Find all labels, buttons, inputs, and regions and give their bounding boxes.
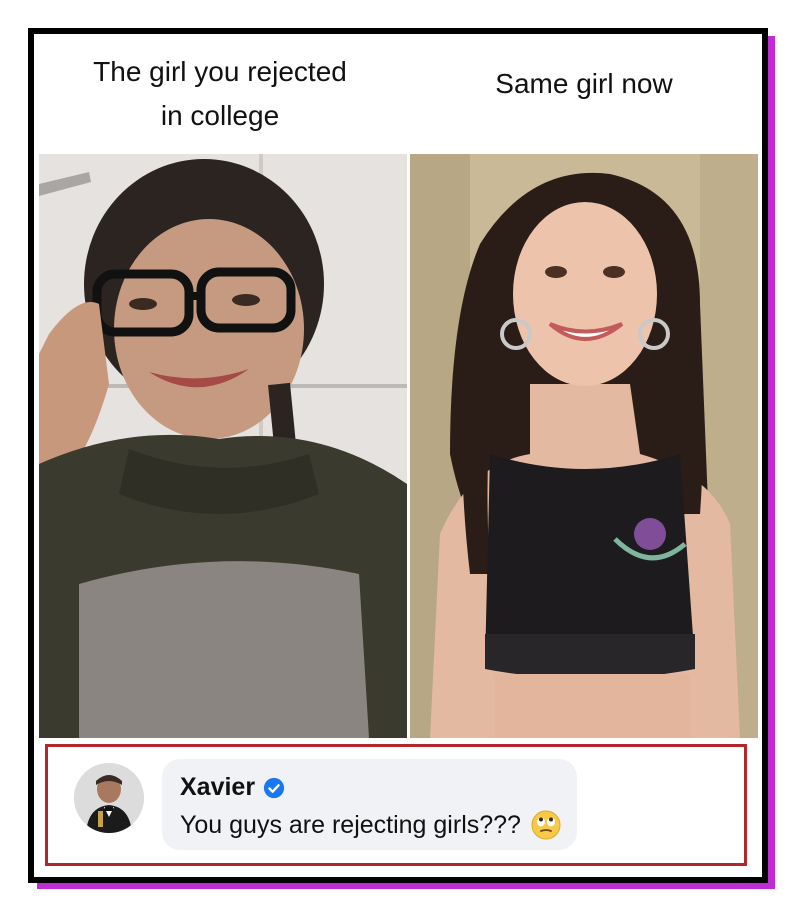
left-caption-line-1: The girl you rejected bbox=[93, 56, 347, 87]
left-caption: The girl you rejected in college bbox=[34, 34, 406, 154]
right-photo bbox=[410, 154, 758, 738]
comment-text-row: You guys are rejecting girls??? bbox=[180, 810, 561, 840]
comment-author-row: Xavier bbox=[180, 773, 561, 802]
meme-content: The girl you rejected in college Same gi… bbox=[34, 34, 762, 877]
verified-badge-icon bbox=[263, 777, 285, 798]
eye-roll-emoji-icon bbox=[531, 810, 561, 840]
meme-frame: The girl you rejected in college Same gi… bbox=[28, 28, 768, 883]
college-girl-illustration bbox=[39, 154, 407, 738]
comment-bubble: Xavier You guys are rejecting girls??? bbox=[162, 759, 577, 850]
left-photo bbox=[39, 154, 407, 738]
avatar[interactable] bbox=[74, 763, 144, 833]
comment-box: Xavier You guys are rejecting girls??? bbox=[45, 744, 747, 866]
left-caption-line-2: in college bbox=[160, 100, 280, 131]
comment-text: You guys are rejecting girls??? bbox=[180, 810, 521, 839]
right-caption: Same girl now bbox=[495, 68, 673, 99]
same-girl-now-illustration bbox=[410, 154, 758, 738]
comment-author[interactable]: Xavier bbox=[180, 773, 255, 802]
avatar-image bbox=[74, 763, 144, 833]
